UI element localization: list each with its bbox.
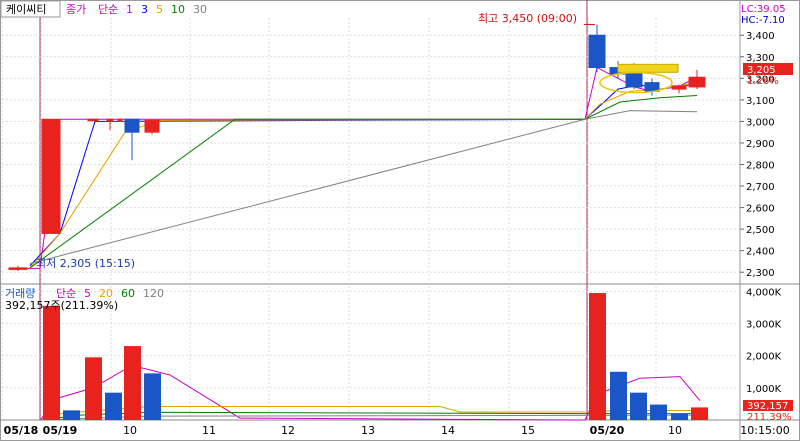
stock-chart[interactable]: 3,4003,3003,2003,1003,0002,9002,8002,700… [0,0,800,441]
volume-tick-label: 3,000K [746,320,782,331]
x-tick-label: 14 [441,424,455,437]
price-tick-label: 3,100 [746,96,775,107]
chart-frame [0,0,800,441]
grid [0,0,800,441]
candle-body [8,267,28,270]
low-annotation: 최저 2,305 (15:15) [36,257,135,270]
volume-bar [650,404,667,420]
price-tick-label: 3,300 [746,53,775,64]
x-tick-label: 12 [281,424,295,437]
volume-current: 392,157주(211.39%) [5,299,118,312]
x-tick-label: 13 [361,424,375,437]
candle-body [106,118,114,122]
vol-pct-badge-text: 211.39% [747,412,792,423]
volume-axis-ticks: 4,000K 3,000K 2,000K 1,000K [746,287,782,394]
volume-bar [105,392,122,420]
ma3-line [29,83,698,267]
volume-bar [589,293,606,420]
volume-tick-label: 1,000K [746,384,782,395]
volume-bar [630,392,647,420]
ma-legend: 1 3 5 10 30 [126,3,207,16]
price-tick-label: 2,400 [746,247,775,258]
high-annotation: 최고 3,450 (09:00) [478,12,577,25]
candle-body [671,85,687,90]
ma-legend-item: 30 [193,3,207,16]
vol-badge-text: 392,157 [747,401,788,412]
pct-badge-text: 1.26% [747,76,779,87]
ma-legend-item: 3 [141,3,148,16]
price-tick-label: 2,600 [746,204,775,215]
corner-lc: LC:39.05 [741,4,786,15]
ma-legend-item: 1 [126,3,133,16]
volume-tick-label: 4,000K [746,287,782,298]
price-tick-label: 2,300 [746,268,775,279]
candle-body [588,34,606,69]
volume-bar [144,373,161,420]
candle-body [688,76,706,88]
stock-name: 케이씨티 [6,3,46,16]
price-tick-label: 3,400 [746,31,775,42]
ma5-line [29,82,698,269]
price-label: 종가 [66,3,86,16]
candles [8,24,706,272]
x-tick-label: 10 [668,424,682,437]
time-axis-ticks: 05/18 05/19 10 11 12 13 14 15 05/20 10 10:15:00 [4,424,790,437]
x-tick-label: 10:15:00 [740,424,789,437]
corner-hc: HC:-7.10 [741,15,785,26]
volume-ma-legend-item: 120 [143,287,164,300]
candle-body [117,118,123,122]
candle-body [644,82,660,92]
volume-bar [85,357,102,420]
volume-bar [124,346,141,420]
x-tick-label: 05/19 [43,424,78,437]
volume-bar [43,305,60,420]
price-badge-text: 3,205 [747,65,776,76]
highlight-block [617,63,679,73]
ma30-line [29,110,698,265]
x-tick-label: 15 [521,424,535,437]
ma-label: 단순 [98,3,118,16]
ma-legend-item: 10 [171,3,185,16]
x-tick-label: 10 [123,424,137,437]
x-tick-label: 05/18 [4,424,39,437]
ma-legend-item: 5 [156,3,163,16]
volume-bar [63,410,80,420]
ma1-line [10,66,698,269]
x-tick-label: 11 [202,424,216,437]
price-tick-label: 2,700 [746,182,775,193]
volume-bars [43,293,708,420]
x-tick-label: 05/20 [590,424,625,437]
candle-body [87,118,99,122]
price-tick-label: 2,900 [746,139,775,150]
candle-body [124,118,140,133]
volume-bar [671,413,688,420]
volume-bar [691,407,708,420]
price-tick-label: 2,800 [746,161,775,172]
volume-tick-label: 2,000K [746,352,782,363]
volume-bar [610,371,627,420]
candle-body [144,119,160,133]
volume-ma-legend-item: 60 [121,287,135,300]
price-tick-label: 2,500 [746,225,775,236]
price-tick-label: 3,000 [746,117,775,128]
candle-body [41,118,61,234]
